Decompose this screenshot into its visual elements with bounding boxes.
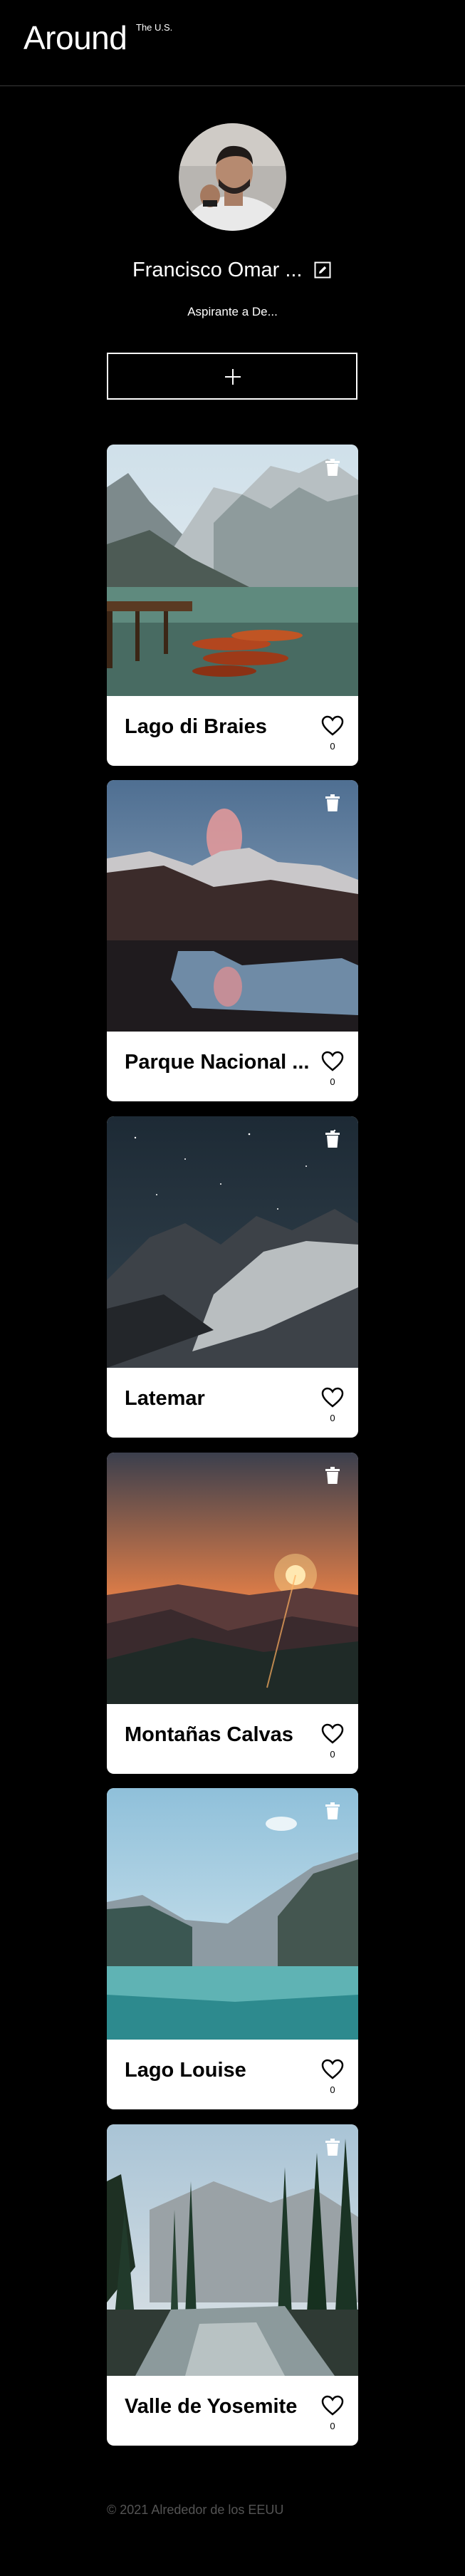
profile-about: Aspirante a De... [187, 305, 278, 318]
heart-outline-icon [321, 1387, 344, 1408]
like-button[interactable] [321, 1387, 344, 1408]
logo-superscript: The U.S. [136, 22, 173, 33]
trash-icon [325, 459, 340, 476]
like-count: 0 [330, 2421, 335, 2431]
footer-copyright: © 2021 Alrededor de los EEUU [107, 2503, 284, 2517]
edit-profile-button[interactable] [314, 261, 331, 279]
delete-card-button[interactable] [325, 459, 340, 476]
delete-card-button[interactable] [325, 1802, 340, 1819]
card-image[interactable] [107, 780, 358, 1032]
place-card: Montañas Calvas 0 [107, 1453, 358, 1774]
card-title: Montañas Calvas [125, 1723, 293, 1746]
logo: Around [23, 19, 127, 56]
card-title: Parque Nacional ... [125, 1051, 310, 1074]
card-image[interactable] [107, 1453, 358, 1704]
trash-icon [325, 1131, 340, 1148]
card-image[interactable] [107, 1116, 358, 1368]
heart-outline-icon [321, 2395, 344, 2416]
like-button[interactable] [321, 715, 344, 737]
like-count: 0 [330, 1076, 335, 1087]
trash-icon [325, 1802, 340, 1819]
place-card: Parque Nacional ... 0 [107, 780, 358, 1101]
delete-card-button[interactable] [325, 794, 340, 811]
card-title: Valle de Yosemite [125, 2395, 298, 2418]
heart-outline-icon [321, 2059, 344, 2079]
like-count: 0 [330, 1413, 335, 1423]
like-button[interactable] [321, 1051, 344, 1072]
heart-outline-icon [321, 1723, 344, 1744]
card-image[interactable] [107, 1788, 358, 2040]
trash-icon [325, 1467, 340, 1484]
like-button[interactable] [321, 2395, 344, 2416]
profile-name-row: Francisco Omar ... [0, 256, 465, 284]
avatar[interactable] [179, 123, 286, 231]
avatar-image [179, 123, 286, 231]
card-title: Latemar [125, 1387, 205, 1410]
site-header: Around The U.S. [0, 0, 465, 86]
card-title: Lago di Braies [125, 715, 267, 738]
heart-outline-icon [321, 1051, 344, 1071]
heart-outline-icon [321, 715, 344, 736]
profile-name: Francisco Omar ... [132, 259, 303, 281]
place-card: Latemar 0 [107, 1116, 358, 1438]
place-card: Lago Louise 0 [107, 1788, 358, 2109]
trash-icon [325, 794, 340, 811]
like-button[interactable] [321, 1723, 344, 1745]
trash-icon [325, 2139, 340, 2156]
add-card-button[interactable] [107, 353, 357, 400]
place-card: Valle de Yosemite 0 [107, 2124, 358, 2446]
delete-card-button[interactable] [325, 2139, 340, 2156]
delete-card-button[interactable] [325, 1131, 340, 1148]
plus-icon [225, 369, 241, 385]
like-count: 0 [330, 2084, 335, 2095]
like-count: 0 [330, 1749, 335, 1760]
pencil-square-icon [314, 261, 331, 279]
like-count: 0 [330, 741, 335, 752]
card-title: Lago Louise [125, 2059, 246, 2082]
like-button[interactable] [321, 2059, 344, 2080]
card-image[interactable] [107, 445, 358, 696]
place-card: Lago di Braies 0 [107, 445, 358, 766]
delete-card-button[interactable] [325, 1467, 340, 1484]
card-image[interactable] [107, 2124, 358, 2376]
